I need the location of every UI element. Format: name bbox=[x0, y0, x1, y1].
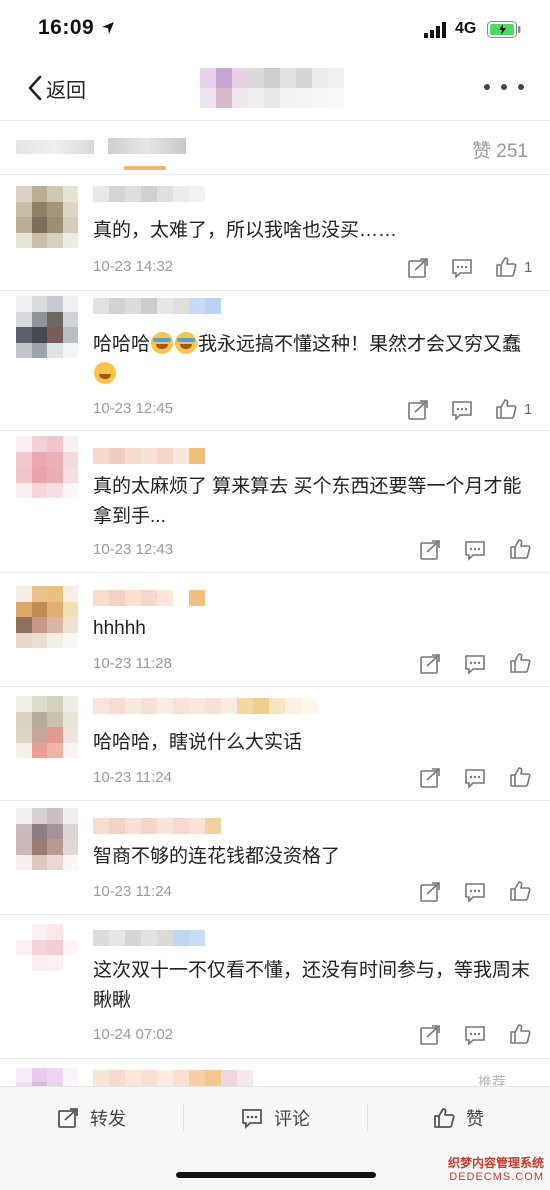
avatar[interactable] bbox=[16, 924, 78, 986]
status-time: 16:09 bbox=[38, 16, 95, 39]
comment-icon[interactable] bbox=[463, 538, 487, 562]
divider bbox=[0, 174, 550, 175]
status-bar: 16:09 4G bbox=[0, 0, 550, 58]
repost-icon[interactable] bbox=[418, 766, 442, 790]
tab-likes[interactable]: 赞 251 bbox=[472, 136, 528, 163]
divider bbox=[0, 800, 550, 801]
comment-text: 哈哈哈 我永远搞不懂这种！果然才会又穷又蠢 bbox=[93, 330, 533, 390]
avatar[interactable] bbox=[16, 808, 78, 870]
avatar[interactable] bbox=[16, 296, 78, 358]
divider bbox=[0, 290, 550, 291]
username-blurred[interactable] bbox=[93, 930, 205, 946]
tab-active-underline bbox=[124, 166, 166, 170]
comment-text: 真的，太难了，所以我啥也没买…… bbox=[93, 220, 398, 241]
comment-text: 这次双十一不仅看不懂，还没有时间参与，等我周末瞅瞅 bbox=[93, 960, 531, 1011]
thumb-up-icon[interactable] bbox=[508, 537, 532, 561]
comment-time: 10-23 12:45 bbox=[93, 400, 174, 417]
divider bbox=[0, 572, 550, 573]
tab-reposts-blurred[interactable] bbox=[16, 140, 94, 154]
comment-text-part: 我永远搞不懂这种！果然才会又穷又蠢 bbox=[198, 334, 522, 355]
like-label: 赞 bbox=[466, 1109, 484, 1129]
watermark-line-1: 织梦内容管理系统 bbox=[447, 1156, 544, 1170]
tab-comments-blurred[interactable] bbox=[108, 138, 186, 154]
comment-time: 10-23 14:32 bbox=[93, 258, 174, 275]
repost-icon[interactable] bbox=[418, 1023, 442, 1047]
sweat-emoji bbox=[94, 362, 116, 384]
repost-icon[interactable] bbox=[406, 398, 430, 422]
username-blurred[interactable] bbox=[93, 818, 221, 834]
thumb-up-icon bbox=[434, 1108, 455, 1128]
back-button[interactable]: 返回 bbox=[26, 72, 86, 104]
divider bbox=[0, 1058, 550, 1059]
tab-row: 赞 251 bbox=[0, 122, 550, 174]
thumb-up-icon[interactable] bbox=[494, 397, 518, 421]
comment-text: hhhhh bbox=[93, 618, 146, 639]
repost-button[interactable]: 转发 bbox=[56, 1103, 126, 1133]
comment-label: 评论 bbox=[274, 1109, 310, 1129]
repost-icon[interactable] bbox=[406, 256, 430, 280]
watermark: 织梦内容管理系统 DEDECMS.COM bbox=[440, 1154, 544, 1183]
repost-icon bbox=[58, 1108, 78, 1128]
home-indicator[interactable] bbox=[176, 1172, 376, 1178]
avatar[interactable] bbox=[16, 696, 78, 758]
divider bbox=[0, 120, 550, 121]
repost-icon[interactable] bbox=[418, 538, 442, 562]
username-blurred[interactable] bbox=[93, 698, 317, 714]
battery-icon bbox=[487, 21, 521, 38]
comment-time: 10-23 11:24 bbox=[93, 769, 172, 786]
comment-text: 智商不够的连花钱都没资格了 bbox=[93, 846, 341, 867]
thumb-up-icon[interactable] bbox=[508, 765, 532, 789]
divider bbox=[183, 1103, 184, 1131]
divider bbox=[367, 1103, 368, 1131]
thumb-up-icon[interactable] bbox=[508, 651, 532, 675]
comment-icon[interactable] bbox=[463, 766, 487, 790]
comment-icon[interactable] bbox=[450, 398, 474, 422]
username-blurred[interactable] bbox=[93, 590, 205, 606]
comment-icon bbox=[242, 1109, 262, 1130]
divider bbox=[0, 914, 550, 915]
like-button[interactable]: 赞 bbox=[432, 1103, 484, 1133]
username-blurred[interactable] bbox=[93, 448, 205, 464]
avatar[interactable] bbox=[16, 186, 78, 248]
nav-title-blurred bbox=[200, 68, 350, 108]
signal-icon bbox=[424, 22, 446, 38]
comment-time: 10-24 07:02 bbox=[93, 1026, 174, 1043]
comment-time: 10-23 11:24 bbox=[93, 883, 172, 900]
thumb-up-icon[interactable] bbox=[508, 879, 532, 903]
nav-bar: 返回 bbox=[0, 58, 550, 120]
like-count: 1 bbox=[524, 259, 533, 276]
avatar[interactable] bbox=[16, 436, 78, 498]
comment-icon[interactable] bbox=[463, 652, 487, 676]
divider bbox=[0, 686, 550, 687]
like-count: 1 bbox=[524, 401, 533, 418]
comment-text: 哈哈哈，瞎说什么大实话 bbox=[93, 732, 303, 753]
comment-text: 真的太麻烦了 算来算去 买个东西还要等一个月才能拿到手... bbox=[93, 476, 522, 527]
username-blurred[interactable] bbox=[93, 298, 221, 314]
divider bbox=[0, 430, 550, 431]
thumb-up-icon[interactable] bbox=[508, 1022, 532, 1046]
comment-icon[interactable] bbox=[463, 880, 487, 904]
location-arrow-icon bbox=[102, 22, 114, 34]
more-dots-icon[interactable] bbox=[484, 84, 524, 94]
comment-icon[interactable] bbox=[450, 256, 474, 280]
comment-icon[interactable] bbox=[463, 1023, 487, 1047]
avatar[interactable] bbox=[16, 586, 78, 648]
repost-icon[interactable] bbox=[418, 880, 442, 904]
laugh-cry-emoji bbox=[151, 332, 174, 354]
comment-time: 10-23 12:43 bbox=[93, 541, 174, 558]
network-label: 4G bbox=[455, 20, 477, 37]
repost-icon[interactable] bbox=[418, 652, 442, 676]
repost-label: 转发 bbox=[90, 1109, 126, 1129]
back-label: 返回 bbox=[46, 79, 86, 102]
username-blurred[interactable] bbox=[93, 186, 205, 202]
comment-button[interactable]: 评论 bbox=[240, 1103, 310, 1133]
comment-text-part: 哈哈哈 bbox=[93, 334, 151, 355]
laugh-cry-emoji bbox=[175, 332, 198, 354]
watermark-line-2: DEDECMS.COM bbox=[449, 1171, 544, 1183]
comment-time: 10-23 11:28 bbox=[93, 655, 172, 672]
thumb-up-icon[interactable] bbox=[494, 255, 518, 279]
back-chevron-icon bbox=[28, 75, 42, 101]
username-blurred[interactable] bbox=[93, 1070, 253, 1086]
